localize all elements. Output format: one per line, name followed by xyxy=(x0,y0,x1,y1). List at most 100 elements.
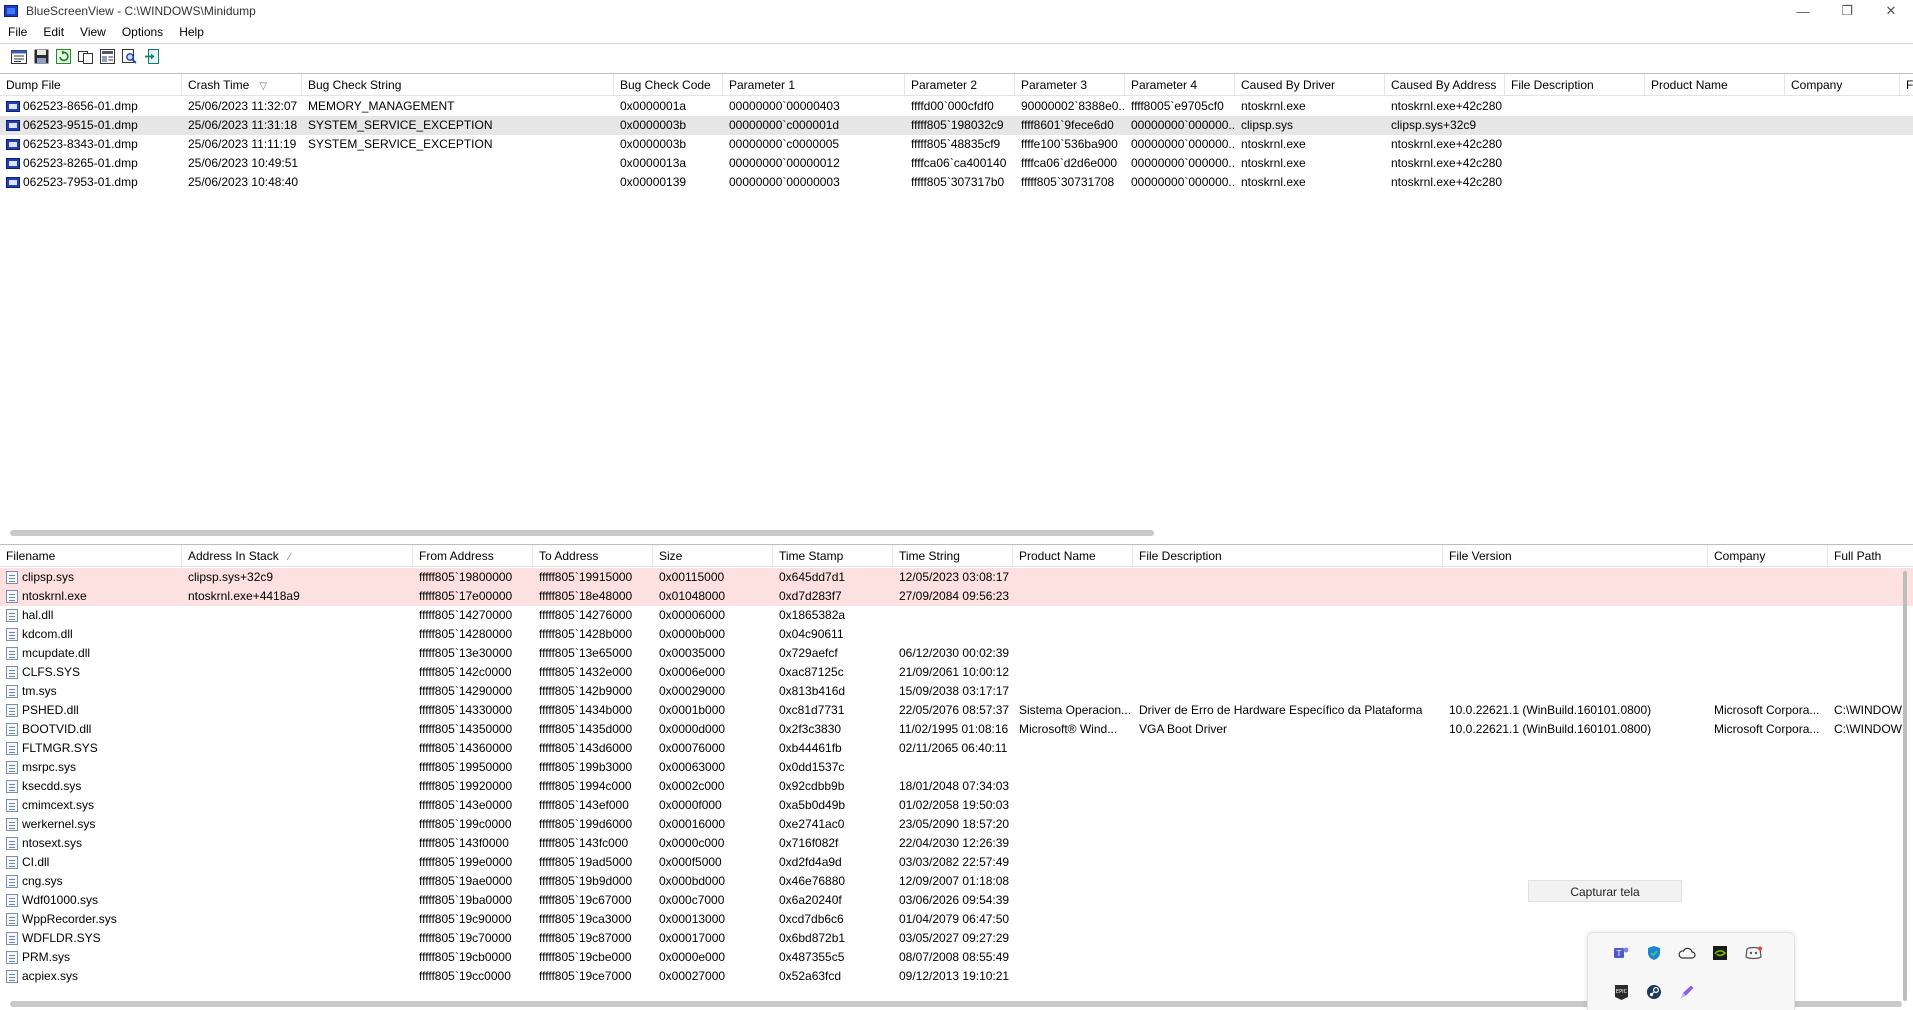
cell-dump-file: 062523-7953-01.dmp xyxy=(0,173,182,192)
properties-icon[interactable] xyxy=(10,48,28,66)
driver-row[interactable]: ntosext.sys fffff805`143f0000 fffff805`143… xyxy=(0,834,1913,853)
col-file-description[interactable]: File Description xyxy=(1505,74,1645,96)
dump-file-icon xyxy=(6,158,20,169)
driver-row[interactable]: hal.dll fffff805`14270000 fffff805`1427600… xyxy=(0,606,1913,625)
discord-icon[interactable] xyxy=(1742,942,1764,964)
dump-list-hscrollbar[interactable] xyxy=(10,530,1154,536)
steam-icon[interactable] xyxy=(1643,981,1665,1003)
capture-screen-tooltip[interactable]: Capturar tela xyxy=(1528,880,1682,902)
driver-row[interactable]: PSHED.dll fffff805`14330000 fffff805`1434b… xyxy=(0,701,1913,720)
col-company-2[interactable]: Company xyxy=(1708,545,1828,567)
dump-row[interactable]: 062523-7953-01.dmp 25/06/2023 10:48:40 0x0… xyxy=(0,173,1913,192)
pen-icon[interactable] xyxy=(1676,981,1698,1003)
system-tray-flyout: T EPIC xyxy=(1587,932,1795,1010)
dump-row[interactable]: 062523-8343-01.dmp 25/06/2023 11:11:19 SYS… xyxy=(0,135,1913,154)
col-company[interactable]: Company xyxy=(1785,74,1900,96)
driver-row[interactable]: WppRecorder.sys fffff805`19c90000 fffff805… xyxy=(0,910,1913,929)
col-parameter-2[interactable]: Parameter 2 xyxy=(905,74,1015,96)
copy-icon[interactable] xyxy=(76,48,94,66)
col-dump-file[interactable]: Dump File xyxy=(0,74,182,96)
col-bug-check-string[interactable]: Bug Check String xyxy=(302,74,614,96)
menu-options[interactable]: Options xyxy=(114,22,171,42)
cell-caused-by-driver: ntoskrnl.exe xyxy=(1241,137,1306,151)
col-file-version[interactable]: File Version xyxy=(1443,545,1708,567)
cell-address-in-stack: clipsp.sys+32c9 xyxy=(188,570,274,584)
exit-icon[interactable] xyxy=(142,48,160,66)
cell-address-in-stack xyxy=(182,967,413,986)
cell-to-address: fffff805`143fc000 xyxy=(539,836,629,850)
dump-row[interactable]: 062523-9515-01.dmp 25/06/2023 11:31:18 SYS… xyxy=(0,116,1913,135)
col-time-stamp[interactable]: Time Stamp xyxy=(773,545,893,567)
col-product-name[interactable]: Product Name xyxy=(1645,74,1785,96)
cell-full-path xyxy=(1828,663,1913,682)
cell-product-name xyxy=(1013,834,1133,853)
col-product-name-2[interactable]: Product Name xyxy=(1013,545,1133,567)
driver-row[interactable]: CI.dll fffff805`199e0000 fffff805`19ad5000… xyxy=(0,853,1913,872)
col-bug-check-code[interactable]: Bug Check Code xyxy=(614,74,723,96)
driver-row[interactable]: ntoskrnl.exe ntoskrnl.exe+4418a9 fffff805`… xyxy=(0,587,1913,606)
col-caused-by-address[interactable]: Caused By Address xyxy=(1385,74,1505,96)
cell-to-address: fffff805`1428b000 xyxy=(539,627,633,641)
menu-edit[interactable]: Edit xyxy=(35,22,72,42)
cell-parameter-3: ffffe100`536ba900 xyxy=(1021,137,1118,151)
cell-company xyxy=(1785,97,1900,116)
col-parameter-3[interactable]: Parameter 3 xyxy=(1015,74,1125,96)
driver-row[interactable]: ksecdd.sys fffff805`19920000 fffff805`1994… xyxy=(0,777,1913,796)
col-parameter-1[interactable]: Parameter 1 xyxy=(723,74,905,96)
col-size[interactable]: Size xyxy=(653,545,773,567)
driver-row[interactable]: tm.sys fffff805`14290000 fffff805`142b9000… xyxy=(0,682,1913,701)
driver-row[interactable]: msrpc.sys fffff805`19950000 fffff805`199b3… xyxy=(0,758,1913,777)
minimize-button[interactable]: — xyxy=(1781,0,1825,22)
dump-row[interactable]: 062523-8656-01.dmp 25/06/2023 11:32:07 MEM… xyxy=(0,97,1913,116)
nvidia-icon[interactable] xyxy=(1709,942,1731,964)
menu-help[interactable]: Help xyxy=(171,22,212,42)
driver-row[interactable]: werkernel.sys fffff805`199c0000 fffff805`1… xyxy=(0,815,1913,834)
driver-row[interactable]: clipsp.sys clipsp.sys+32c9 fffff805`198000… xyxy=(0,568,1913,587)
col-caused-by-driver[interactable]: Caused By Driver xyxy=(1235,74,1385,96)
cell-dump-file: 062523-9515-01.dmp xyxy=(0,116,182,135)
menu-file[interactable]: File xyxy=(0,22,35,42)
col-to-address[interactable]: To Address xyxy=(533,545,653,567)
driver-file-icon xyxy=(6,951,18,964)
save-icon[interactable] xyxy=(32,48,50,66)
cell-file-description xyxy=(1133,587,1443,606)
col-parameter-4[interactable]: Parameter 4 xyxy=(1125,74,1235,96)
col-file-description-2[interactable]: File Description xyxy=(1133,545,1443,567)
cell-filename: werkernel.sys xyxy=(0,815,182,834)
driver-row[interactable]: mcupdate.dll fffff805`13e30000 fffff805`13… xyxy=(0,644,1913,663)
cell-size: 0x00016000 xyxy=(659,817,726,831)
col-from-address[interactable]: From Address xyxy=(413,545,533,567)
bluescreen-app-icon xyxy=(4,5,18,17)
onedrive-icon[interactable] xyxy=(1676,942,1698,964)
defender-icon[interactable] xyxy=(1643,942,1665,964)
driver-list-vscrollbar[interactable] xyxy=(1903,571,1907,1001)
refresh-icon[interactable] xyxy=(54,48,72,66)
dump-row[interactable]: 062523-8265-01.dmp 25/06/2023 10:49:51 0x0… xyxy=(0,154,1913,173)
driver-row[interactable]: kdcom.dll fffff805`14280000 fffff805`1428b… xyxy=(0,625,1913,644)
menu-view[interactable]: View xyxy=(72,22,114,42)
cell-product-name xyxy=(1013,796,1133,815)
cell-time-stamp: 0xd7d283f7 xyxy=(779,589,842,603)
teams-icon[interactable]: T xyxy=(1610,942,1632,964)
cell-file-description xyxy=(1505,135,1645,154)
col-file[interactable]: Fil xyxy=(1900,74,1913,96)
html-report-icon[interactable] xyxy=(98,48,116,66)
epic-games-icon[interactable]: EPIC xyxy=(1610,981,1632,1003)
driver-row[interactable]: cmimcext.sys fffff805`143e0000 fffff805`14… xyxy=(0,796,1913,815)
col-filename[interactable]: Filename xyxy=(0,545,182,567)
col-crash-time[interactable]: Crash Time ▽ xyxy=(182,74,302,96)
toolbar xyxy=(0,43,1913,69)
col-full-path[interactable]: Full Path xyxy=(1828,545,1913,567)
driver-row[interactable]: FLTMGR.SYS fffff805`14360000 fffff805`143d… xyxy=(0,739,1913,758)
find-icon[interactable] xyxy=(120,48,138,66)
cell-parameter-3: ffff8601`9fece6d0 xyxy=(1021,118,1114,132)
driver-row[interactable]: BOOTVID.dll fffff805`14350000 fffff805`143… xyxy=(0,720,1913,739)
cell-company: Microsoft Corpora... xyxy=(1714,703,1820,717)
close-button[interactable]: ✕ xyxy=(1869,0,1913,22)
col-time-string[interactable]: Time String xyxy=(893,545,1013,567)
cell-file xyxy=(1900,154,1913,173)
driver-row[interactable]: CLFS.SYS fffff805`142c0000 fffff805`1432e0… xyxy=(0,663,1913,682)
restore-button[interactable]: ❐ xyxy=(1825,0,1869,22)
col-address-in-stack[interactable]: Address In Stack ⁄ xyxy=(182,545,413,567)
cell-size: 0x000c7000 xyxy=(659,893,725,907)
